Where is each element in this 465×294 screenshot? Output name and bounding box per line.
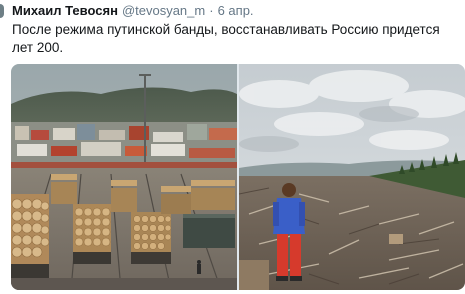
log-train-image xyxy=(11,64,237,290)
photo-clearcut-child[interactable] xyxy=(239,64,465,290)
author-name[interactable]: Михаил Тевосян xyxy=(12,3,118,18)
photo-log-train[interactable] xyxy=(11,64,237,290)
author-handle[interactable]: @tevosyan_m xyxy=(122,3,205,18)
avatar[interactable] xyxy=(0,4,4,18)
separator-dot: · xyxy=(209,3,214,18)
tweet-date[interactable]: 6 апр. xyxy=(218,3,254,18)
media-grid xyxy=(11,64,465,290)
tweet-header: Михаил Тевосян @tevosyan_m · 6 апр. xyxy=(12,3,254,19)
tweet-text: После режима путинской банды, восстанавл… xyxy=(12,22,440,55)
tweet-card[interactable]: Михаил Тевосян @tevosyan_m · 6 апр. Посл… xyxy=(0,0,465,294)
clearcut-image xyxy=(239,64,465,290)
